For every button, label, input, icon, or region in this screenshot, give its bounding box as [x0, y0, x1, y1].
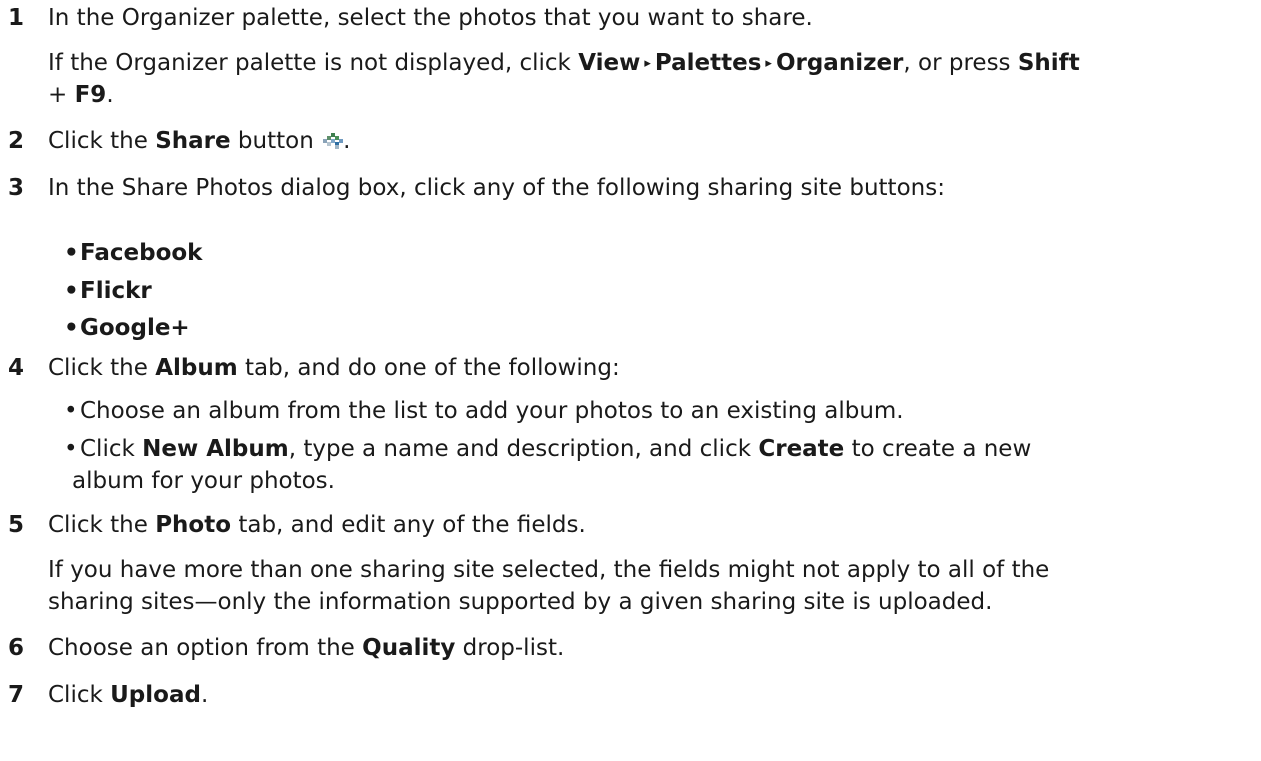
- menu-organizer: Organizer: [775, 50, 904, 76]
- step-text: Click the Photo tab, and edit any of the…: [48, 509, 586, 541]
- share-label: Share: [155, 128, 231, 154]
- step-number: 4: [8, 355, 25, 381]
- step-text-part: Click: [48, 682, 111, 708]
- note-text: .: [106, 82, 114, 108]
- step-text-part: .: [200, 682, 209, 708]
- step-text-part: tab, and edit any of the fields.: [231, 512, 586, 538]
- key-f9: F9: [74, 82, 107, 108]
- step-text: In the Share Photos dialog box, click an…: [48, 175, 945, 201]
- menu-palettes: Palettes: [654, 50, 762, 76]
- note-text: +: [48, 82, 75, 108]
- option-text: , type a name and description, and click: [288, 436, 759, 462]
- upload-label: Upload: [110, 682, 201, 708]
- share-icon: [323, 133, 344, 149]
- site-label: Facebook: [80, 240, 203, 266]
- step-text: In the Organizer palette, select the pho…: [48, 5, 813, 31]
- bullet-icon: •: [64, 240, 79, 266]
- document: 1 In the Organizer palette, select the p…: [0, 0, 1261, 761]
- step-note: If you have more than one sharing site s…: [48, 557, 1050, 583]
- step-text-part: Click the: [48, 128, 156, 154]
- bullet-icon: •: [64, 315, 79, 341]
- bullet-icon: •: [64, 398, 78, 424]
- option-text: Click: [80, 436, 143, 462]
- step-text: Click Upload.: [48, 679, 208, 711]
- step-number: 6: [8, 635, 25, 661]
- menu-arrow-icon: ▸: [765, 56, 772, 71]
- option-text: to create a new: [844, 436, 1032, 462]
- step-text-part: .: [343, 128, 351, 154]
- note-text: , or press: [903, 50, 1018, 76]
- quality-label: Quality: [362, 635, 456, 661]
- step-text-part: drop-list.: [455, 635, 565, 661]
- album-option-new-cont: album for your photos.: [72, 468, 335, 494]
- album-option-new: • Click New Album, type a name and descri…: [64, 433, 1031, 465]
- new-album-label: New Album: [142, 436, 289, 462]
- step-text-part: Choose an option from the: [48, 635, 363, 661]
- step-note-cont: sharing sites—only the information suppo…: [48, 589, 993, 615]
- option-text: Choose an album from the list to add you…: [80, 398, 904, 424]
- step-text-part: Click the: [48, 512, 156, 538]
- album-tab-label: Album: [155, 355, 238, 381]
- site-flickr: •Flickr: [64, 275, 152, 307]
- site-label: Google+: [80, 315, 190, 341]
- step-text-part: button: [230, 128, 314, 154]
- site-facebook: •Facebook: [64, 237, 202, 269]
- note-text: If the Organizer palette is not displaye…: [48, 50, 579, 76]
- step-number: 1: [8, 5, 25, 31]
- step-number: 7: [8, 682, 25, 708]
- step-number: 5: [8, 512, 25, 538]
- menu-arrow-icon: ▸: [644, 56, 651, 71]
- step-number: 2: [8, 128, 25, 154]
- menu-view: View: [578, 50, 641, 76]
- step-text: Click the Share button .: [48, 125, 350, 157]
- step-text-part: Click the: [48, 355, 156, 381]
- photo-tab-label: Photo: [155, 512, 232, 538]
- album-option-existing: • Choose an album from the list to add yo…: [64, 395, 904, 427]
- site-google-plus: •Google+: [64, 312, 190, 344]
- bullet-icon: •: [64, 436, 78, 462]
- step-note-cont: + F9.: [48, 79, 114, 111]
- key-shift: Shift: [1017, 50, 1080, 76]
- step-text-part: tab, and do one of the following:: [237, 355, 620, 381]
- step-text: Choose an option from the Quality drop-l…: [48, 632, 564, 664]
- step-text: Click the Album tab, and do one of the f…: [48, 352, 620, 384]
- step-number: 3: [8, 175, 25, 201]
- create-label: Create: [758, 436, 845, 462]
- site-label: Flickr: [80, 278, 152, 304]
- bullet-icon: •: [64, 278, 79, 304]
- step-note: If the Organizer palette is not displaye…: [48, 47, 1080, 80]
